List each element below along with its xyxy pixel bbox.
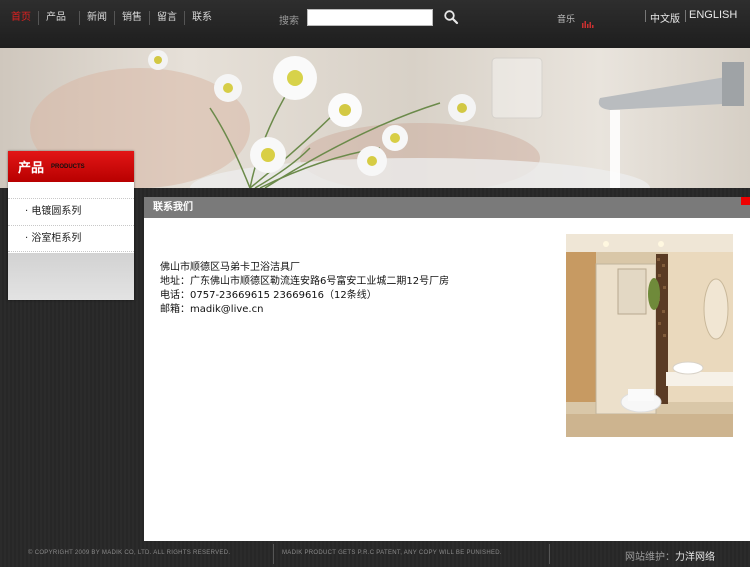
address: 地址：广东佛山市顺德区勒流连安路6号富安工业城二期12号厂房 — [160, 276, 450, 287]
sidebar-item-bathroom-cabinet-series[interactable]: · 浴室柜系列 — [8, 225, 134, 252]
search-input[interactable] — [307, 9, 433, 26]
music-equalizer-icon[interactable] — [582, 13, 594, 28]
main-content: 联系我们 佛山市顺德区马弟卡卫浴洁具厂 地址：广东佛山市顺德区勒流连安路6号富安… — [144, 197, 750, 541]
sidebar-footer — [8, 253, 134, 300]
sidebar-item-electroplated-series[interactable]: · 电镀圆系列 — [8, 198, 134, 225]
lang-divider — [645, 10, 646, 22]
lang-divider — [685, 10, 686, 22]
footer: © COPYRIGHT 2009 BY MADIK CO, LTD. ALL R… — [0, 541, 750, 567]
bathroom-photo — [566, 234, 733, 437]
lang-english-link[interactable]: ENGLISH — [689, 9, 737, 21]
contact-info: 佛山市顺德区马弟卡卫浴洁具厂 地址：广东佛山市顺德区勒流连安路6号富安工业城二期… — [160, 261, 449, 317]
sidebar-title: 产品 — [18, 161, 45, 176]
company-name: 佛山市顺德区马弟卡卫浴洁具厂 — [160, 262, 300, 273]
music-label[interactable]: 音乐 — [557, 12, 575, 25]
nav-contact[interactable]: 联系 — [184, 11, 219, 25]
footer-divider — [273, 544, 274, 564]
nav-sales[interactable]: 销售 — [114, 11, 149, 25]
nav-home[interactable]: 首页 — [4, 11, 38, 25]
footer-maintenance-label: 网站维护： — [625, 552, 675, 563]
top-navigation-bar: 首页 产品 新闻 销售 留言 联系 搜索 音乐 中文版 ENGLISH — [0, 0, 750, 48]
footer-maintenance-link[interactable]: 力洋网络 — [675, 552, 715, 563]
main-nav: 首页 产品 新闻 销售 留言 联系 — [4, 11, 219, 25]
footer-maintenance: 网站维护：力洋网络 — [625, 548, 715, 563]
search-label: 搜索 — [279, 16, 299, 27]
footer-patent-notice: MADIK PRODUCT GETS P.R.C PATENT, ANY COP… — [282, 550, 502, 556]
section-heading: 联系我们 — [144, 197, 750, 218]
footer-divider — [549, 544, 550, 564]
sidebar-header: 产品 PRODUCTS — [8, 151, 134, 182]
nav-news[interactable]: 新闻 — [79, 11, 114, 25]
nav-message[interactable]: 留言 — [149, 11, 184, 25]
sidebar-list: · 电镀圆系列 · 浴室柜系列 — [8, 198, 134, 252]
corner-marker — [741, 197, 750, 205]
product-sidebar: 产品 PRODUCTS · 电镀圆系列 · 浴室柜系列 — [8, 151, 134, 300]
phone: 电话：0757-23669615 23669616（12条线） — [160, 290, 377, 301]
search-icon[interactable] — [443, 9, 459, 25]
nav-products[interactable]: 产品 — [38, 11, 73, 25]
lang-chinese-link[interactable]: 中文版 — [650, 10, 680, 25]
email: 邮箱：madik@live.cn — [160, 304, 264, 315]
sidebar-subtitle: PRODUCTS — [51, 164, 85, 170]
footer-copyright: © COPYRIGHT 2009 BY MADIK CO, LTD. ALL R… — [28, 550, 231, 556]
